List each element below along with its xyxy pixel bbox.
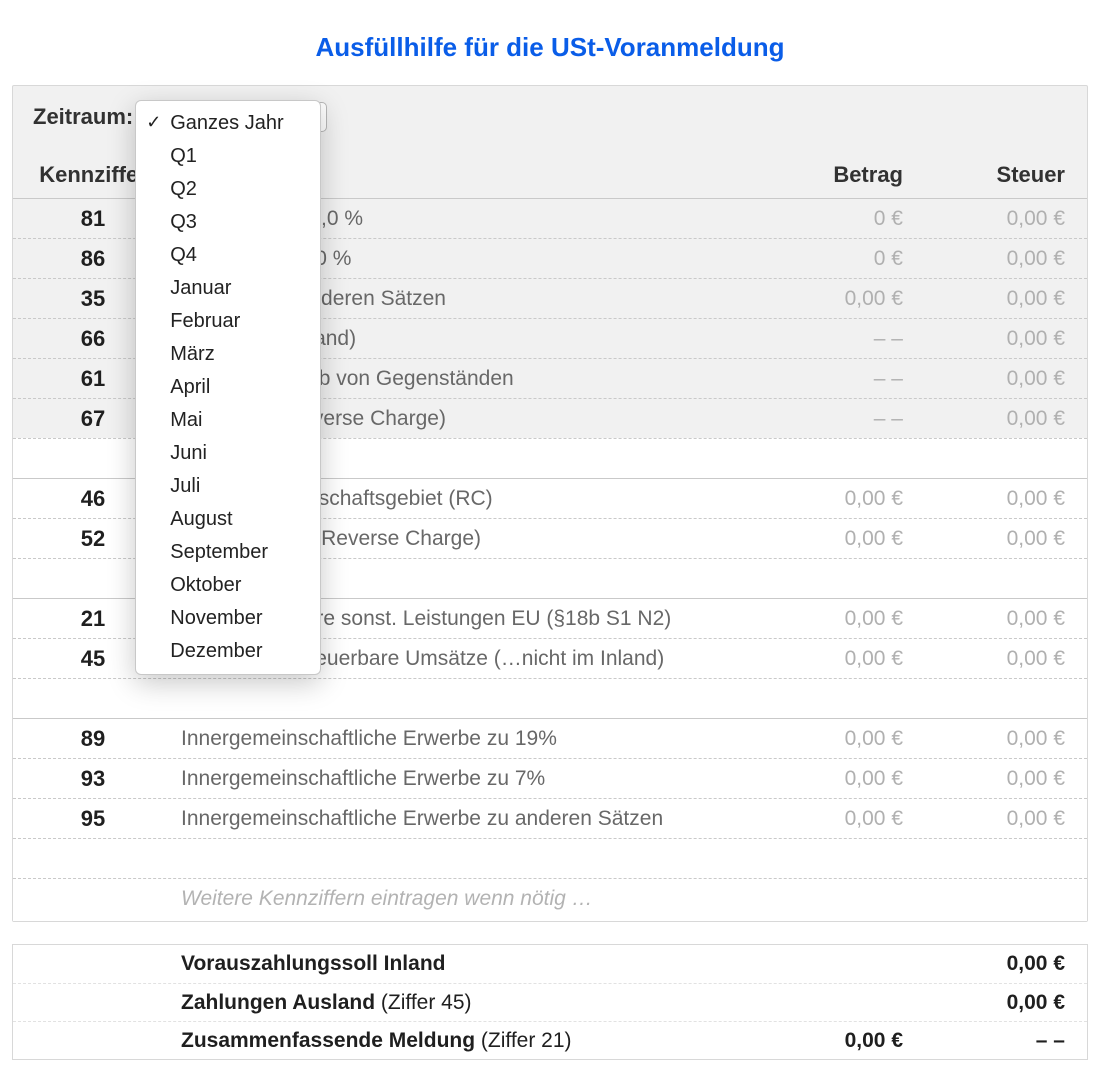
summary-steuer: 0,00 € bbox=[917, 991, 1087, 1015]
steuer-cell[interactable]: 0,00 € bbox=[917, 767, 1087, 791]
zeitraum-row: Zeitraum: Ganzes JahrQ1Q2Q3Q4JanuarFebru… bbox=[13, 86, 1087, 138]
zeitraum-option[interactable]: April bbox=[136, 371, 320, 404]
table-row: 93Innergemeinschaftliche Erwerbe zu 7%0,… bbox=[13, 758, 1087, 798]
steuer-cell[interactable]: 0,00 € bbox=[917, 287, 1087, 311]
betrag-cell[interactable]: 0,00 € bbox=[747, 287, 917, 311]
spacer bbox=[13, 838, 1087, 878]
zeitraum-option[interactable]: März bbox=[136, 338, 320, 371]
steuer-cell[interactable]: 0,00 € bbox=[917, 207, 1087, 231]
steuer-cell[interactable]: 0,00 € bbox=[917, 367, 1087, 391]
zeitraum-select[interactable]: Ganzes JahrQ1Q2Q3Q4JanuarFebruarMärzApri… bbox=[137, 102, 327, 132]
betrag-cell[interactable]: – – bbox=[747, 367, 917, 391]
betrag-cell[interactable]: – – bbox=[747, 407, 917, 431]
betrag-cell[interactable]: 0,00 € bbox=[747, 727, 917, 751]
zeitraum-option[interactable]: Dezember bbox=[136, 635, 320, 668]
zeitraum-option[interactable]: Mai bbox=[136, 404, 320, 437]
steuer-cell[interactable]: 0,00 € bbox=[917, 807, 1087, 831]
zeitraum-option[interactable]: Oktober bbox=[136, 569, 320, 602]
kennziffer-cell: 93 bbox=[13, 766, 173, 792]
description-cell: Innergemeinschaftliche Erwerbe zu 7% bbox=[173, 767, 747, 791]
table-row: 95Innergemeinschaftliche Erwerbe zu ande… bbox=[13, 798, 1087, 838]
summary-row: Zahlungen Ausland (Ziffer 45) 0,00 € bbox=[13, 983, 1087, 1021]
zeitraum-option[interactable]: Q3 bbox=[136, 206, 320, 239]
kennziffer-cell: 89 bbox=[13, 726, 173, 752]
steuer-cell[interactable]: 0,00 € bbox=[917, 487, 1087, 511]
summary-label: Zahlungen Ausland (Ziffer 45) bbox=[13, 991, 747, 1015]
betrag-cell[interactable]: 0,00 € bbox=[747, 527, 917, 551]
page-title: Ausfüllhilfe für die USt-Voranmeldung bbox=[12, 32, 1088, 63]
summary-row: Zusammenfassende Meldung (Ziffer 21)0,00… bbox=[13, 1021, 1087, 1059]
summary-row: Vorauszahlungssoll Inland 0,00 € bbox=[13, 945, 1087, 983]
zeitraum-option[interactable]: Q1 bbox=[136, 140, 320, 173]
hint-row: Weitere Kennziffern eintragen wenn nötig… bbox=[13, 878, 1087, 921]
betrag-cell[interactable]: – – bbox=[747, 327, 917, 351]
zeitraum-option[interactable]: August bbox=[136, 503, 320, 536]
main-panel: Zeitraum: Ganzes JahrQ1Q2Q3Q4JanuarFebru… bbox=[12, 85, 1088, 922]
steuer-cell[interactable]: 0,00 € bbox=[917, 407, 1087, 431]
summary-label: Zusammenfassende Meldung (Ziffer 21) bbox=[13, 1029, 747, 1053]
betrag-cell[interactable]: 0,00 € bbox=[747, 807, 917, 831]
kennziffer-cell: 95 bbox=[13, 806, 173, 832]
steuer-cell[interactable]: 0,00 € bbox=[917, 327, 1087, 351]
betrag-cell[interactable]: 0,00 € bbox=[747, 767, 917, 791]
header-betrag: Betrag bbox=[747, 162, 917, 188]
zeitraum-option[interactable]: Februar bbox=[136, 305, 320, 338]
header-steuer: Steuer bbox=[917, 162, 1087, 188]
summary-label: Vorauszahlungssoll Inland bbox=[13, 952, 747, 976]
steuer-cell[interactable]: 0,00 € bbox=[917, 527, 1087, 551]
zeitraum-option[interactable]: Q2 bbox=[136, 173, 320, 206]
zeitraum-option[interactable]: Q4 bbox=[136, 239, 320, 272]
betrag-cell[interactable]: 0 € bbox=[747, 247, 917, 271]
zeitraum-option[interactable]: Januar bbox=[136, 272, 320, 305]
betrag-cell[interactable]: 0,00 € bbox=[747, 607, 917, 631]
steuer-cell[interactable]: 0,00 € bbox=[917, 247, 1087, 271]
steuer-cell[interactable]: 0,00 € bbox=[917, 727, 1087, 751]
zeitraum-option[interactable]: Juni bbox=[136, 437, 320, 470]
zeitraum-dropdown[interactable]: Ganzes JahrQ1Q2Q3Q4JanuarFebruarMärzApri… bbox=[135, 100, 321, 675]
summary-steuer: – – bbox=[917, 1029, 1087, 1053]
description-cell: Innergemeinschaftliche Erwerbe zu 19% bbox=[173, 727, 747, 751]
zeitraum-option[interactable]: November bbox=[136, 602, 320, 635]
betrag-cell[interactable]: 0,00 € bbox=[747, 487, 917, 511]
zeitraum-option[interactable]: Juli bbox=[136, 470, 320, 503]
summary-betrag: 0,00 € bbox=[747, 1029, 917, 1053]
zeitraum-option[interactable]: Ganzes Jahr bbox=[136, 107, 320, 140]
summary-steuer: 0,00 € bbox=[917, 952, 1087, 976]
steuer-cell[interactable]: 0,00 € bbox=[917, 647, 1087, 671]
betrag-cell[interactable]: 0 € bbox=[747, 207, 917, 231]
table-row: 89Innergemeinschaftliche Erwerbe zu 19%0… bbox=[13, 718, 1087, 758]
zeitraum-label: Zeitraum: bbox=[33, 104, 133, 130]
description-cell: Innergemeinschaftliche Erwerbe zu andere… bbox=[173, 807, 747, 831]
spacer bbox=[13, 678, 1087, 718]
zeitraum-option[interactable]: September bbox=[136, 536, 320, 569]
summary-panel: Vorauszahlungssoll Inland0,00 €Zahlungen… bbox=[12, 944, 1088, 1060]
betrag-cell[interactable]: 0,00 € bbox=[747, 647, 917, 671]
steuer-cell[interactable]: 0,00 € bbox=[917, 607, 1087, 631]
